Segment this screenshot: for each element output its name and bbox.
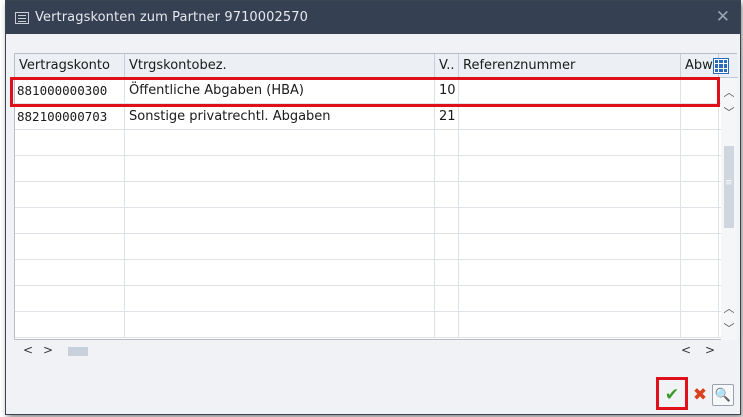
empty-cell[interactable] <box>15 260 125 285</box>
empty-cell[interactable] <box>435 130 459 155</box>
table-row-empty[interactable] <box>15 208 721 234</box>
empty-cell[interactable] <box>459 312 681 337</box>
cell-referenznummer[interactable] <box>459 104 681 129</box>
empty-cell[interactable] <box>125 312 435 337</box>
cell-referenznummer[interactable] <box>459 78 681 103</box>
empty-cell[interactable] <box>125 286 435 311</box>
empty-cell[interactable] <box>459 286 681 311</box>
horizontal-scrollbar[interactable]: < > < > <box>15 340 738 362</box>
cell-v[interactable]: 10 <box>435 78 459 103</box>
close-icon[interactable]: ✕ <box>716 7 730 27</box>
empty-cell[interactable] <box>125 130 435 155</box>
table-row-empty[interactable] <box>15 312 721 338</box>
empty-cell[interactable] <box>681 130 719 155</box>
column-header-vertragskonto[interactable]: Vertragskonto <box>15 54 125 77</box>
empty-cell[interactable] <box>681 286 719 311</box>
empty-cell[interactable] <box>15 286 125 311</box>
empty-cell[interactable] <box>15 312 125 337</box>
scroll-thumb[interactable] <box>724 146 734 228</box>
table-settings-icon[interactable] <box>713 58 729 74</box>
empty-cell[interactable] <box>435 260 459 285</box>
cell-abwe[interactable] <box>681 78 719 103</box>
scroll-up-icon[interactable]: ︿ <box>723 300 735 316</box>
table-body: 881000000300 Öffentliche Abgaben (HBA) 1… <box>15 78 721 338</box>
empty-cell[interactable] <box>435 286 459 311</box>
scroll-right-icon[interactable]: > <box>705 343 715 357</box>
cell-vertragskonto[interactable]: 881000000300 <box>15 78 125 103</box>
table-row-empty[interactable] <box>15 130 721 156</box>
table-row-empty[interactable] <box>15 286 721 312</box>
empty-cell[interactable] <box>125 208 435 233</box>
scroll-left-icon[interactable]: < <box>23 343 33 357</box>
empty-cell[interactable] <box>459 130 681 155</box>
contract-accounts-table: Vertragskonto Vtrgskontobez. V.. Referen… <box>14 53 738 357</box>
empty-cell[interactable] <box>459 234 681 259</box>
empty-cell[interactable] <box>681 156 719 181</box>
cell-vtrgskontobez[interactable]: Sonstige privatrechtl. Abgaben <box>125 104 435 129</box>
empty-cell[interactable] <box>681 234 719 259</box>
empty-cell[interactable] <box>681 182 719 207</box>
table-row-empty[interactable] <box>15 156 721 182</box>
table-row-empty[interactable] <box>15 234 721 260</box>
cell-vtrgskontobez[interactable]: Öffentliche Abgaben (HBA) <box>125 78 435 103</box>
empty-cell[interactable] <box>435 208 459 233</box>
empty-cell[interactable] <box>15 182 125 207</box>
empty-cell[interactable] <box>125 234 435 259</box>
empty-cell[interactable] <box>435 182 459 207</box>
empty-cell[interactable] <box>681 312 719 337</box>
cell-vertragskonto[interactable]: 882100000703 <box>15 104 125 129</box>
dialog-window: Vertragskonten zum Partner 9710002570 ✕ … <box>5 0 741 415</box>
scroll-right-icon[interactable]: > <box>43 343 53 357</box>
empty-cell[interactable] <box>459 156 681 181</box>
title-bar: Vertragskonten zum Partner 9710002570 ✕ <box>6 1 740 34</box>
empty-cell[interactable] <box>681 208 719 233</box>
table-row[interactable]: 882100000703 Sonstige privatrechtl. Abga… <box>15 104 721 130</box>
empty-cell[interactable] <box>435 156 459 181</box>
empty-cell[interactable] <box>125 182 435 207</box>
scroll-left-icon[interactable]: < <box>681 343 691 357</box>
empty-cell[interactable] <box>125 260 435 285</box>
table-row[interactable]: 881000000300 Öffentliche Abgaben (HBA) 1… <box>15 78 721 104</box>
empty-cell[interactable] <box>15 208 125 233</box>
table-header: Vertragskonto Vtrgskontobez. V.. Referen… <box>15 54 738 78</box>
column-header-v[interactable]: V.. <box>435 54 459 77</box>
empty-cell[interactable] <box>125 156 435 181</box>
window-menu-icon[interactable] <box>15 11 29 24</box>
table-row-empty[interactable] <box>15 260 721 286</box>
empty-cell[interactable] <box>459 182 681 207</box>
scroll-down-icon[interactable]: ﹀ <box>723 104 735 120</box>
empty-cell[interactable] <box>15 234 125 259</box>
vertical-scrollbar[interactable]: ︿ ﹀ ︿ ﹀ <box>721 78 737 340</box>
empty-cell[interactable] <box>459 260 681 285</box>
binoculars-icon[interactable]: 🔍 <box>712 384 734 406</box>
empty-cell[interactable] <box>15 130 125 155</box>
empty-cell[interactable] <box>459 208 681 233</box>
empty-cell[interactable] <box>435 312 459 337</box>
column-header-vtrgskontobez[interactable]: Vtrgskontobez. <box>125 54 435 77</box>
empty-cell[interactable] <box>681 260 719 285</box>
dialog-title: Vertragskonten zum Partner 9710002570 <box>35 10 309 25</box>
empty-cell[interactable] <box>435 234 459 259</box>
horizontal-scroll-thumb[interactable] <box>68 347 88 356</box>
scroll-up-icon[interactable]: ︿ <box>723 84 735 100</box>
empty-cell[interactable] <box>15 156 125 181</box>
cell-abwe[interactable] <box>681 104 719 129</box>
scroll-down-icon[interactable]: ﹀ <box>723 320 735 336</box>
cross-icon[interactable]: ✖ <box>689 384 711 406</box>
column-header-referenznummer[interactable]: Referenznummer <box>459 54 681 77</box>
table-row-empty[interactable] <box>15 182 721 208</box>
cell-v[interactable]: 21 <box>435 104 459 129</box>
checkmark-icon[interactable]: ✔ <box>661 384 683 406</box>
